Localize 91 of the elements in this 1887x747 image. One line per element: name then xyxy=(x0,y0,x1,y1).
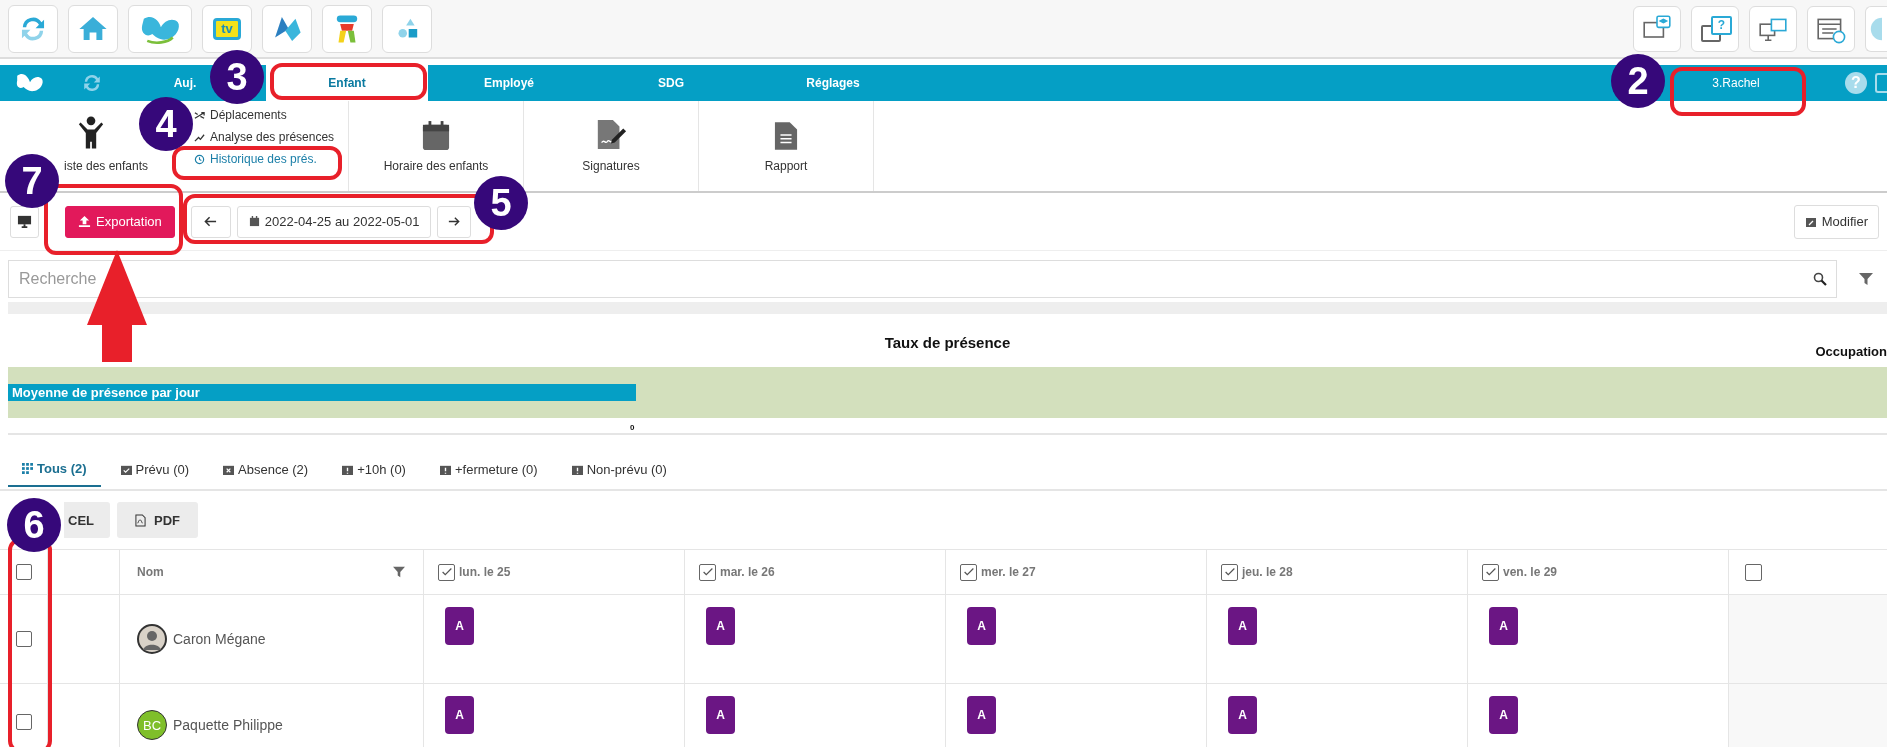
checkbox[interactable] xyxy=(438,563,455,581)
absence-badge: A xyxy=(445,607,474,645)
filter-tab[interactable]: Absence (2) xyxy=(209,451,323,487)
child-name: Caron Mégane xyxy=(173,630,266,649)
filter-tab[interactable]: Tous (2) xyxy=(8,451,101,487)
date-range-button[interactable]: 2022-04-25 au 2022-05-01 xyxy=(236,205,432,238)
absence-badge: A xyxy=(445,696,474,734)
chart-title: Taux de présence xyxy=(883,333,1012,351)
calendar-alert-icon xyxy=(342,463,354,475)
checkbox[interactable] xyxy=(15,631,32,647)
grid-icon xyxy=(22,462,33,474)
toolbar-button[interactable] xyxy=(1633,5,1681,52)
filter-tab[interactable]: Prévu (0) xyxy=(106,451,204,487)
toolbar-button[interactable] xyxy=(262,4,312,53)
absence-badge: A xyxy=(967,696,996,734)
absence-badge: A xyxy=(967,607,996,645)
avatar: BC xyxy=(137,710,167,740)
child-icon xyxy=(78,115,104,151)
absence-badge: A xyxy=(706,607,735,645)
edit-button[interactable]: Modifier xyxy=(1793,204,1879,239)
calendar-alert-icon xyxy=(439,463,451,475)
calendar-x-icon xyxy=(223,463,235,475)
average-bar: Moyenne de présence par jour xyxy=(8,384,636,401)
toolbar-button[interactable] xyxy=(8,4,58,53)
checkbox[interactable] xyxy=(1221,563,1238,581)
arrow-right-icon xyxy=(448,215,461,228)
filter-icon[interactable] xyxy=(1859,272,1873,286)
monitor-icon xyxy=(17,214,32,229)
column-header: mer. le 27 xyxy=(981,565,1036,579)
menu-link[interactable]: Signatures xyxy=(582,159,640,173)
menu-link[interactable]: Horaire des enfants xyxy=(383,159,489,173)
menu-link[interactable]: Historique des prés. xyxy=(194,152,335,166)
calendar-icon xyxy=(248,216,260,227)
previous-button[interactable] xyxy=(190,205,231,238)
menu-link[interactable]: Analyse des présences xyxy=(194,130,335,144)
arrow-left-icon xyxy=(204,215,218,228)
menu-link[interactable]: Rapport xyxy=(764,159,808,173)
column-header: lun. le 25 xyxy=(459,565,511,579)
export-format-button[interactable]: CEL xyxy=(64,502,110,538)
toolbar-button[interactable] xyxy=(68,4,118,53)
toolbar-button[interactable] xyxy=(382,4,432,53)
export-format-button[interactable]: PDF xyxy=(117,502,198,538)
shuffle-icon xyxy=(194,109,205,121)
absence-badge: A xyxy=(706,696,735,734)
menu-link[interactable]: Déplacements xyxy=(194,108,335,122)
next-button[interactable] xyxy=(437,205,472,238)
avatar xyxy=(137,624,167,654)
signature-icon xyxy=(595,119,627,151)
step-number: 7 xyxy=(5,154,59,208)
checkbox[interactable] xyxy=(1745,563,1762,581)
checkbox[interactable] xyxy=(1482,563,1499,581)
filter-icon[interactable] xyxy=(393,566,405,578)
absence-badge: A xyxy=(1489,607,1518,645)
column-header: Nom xyxy=(137,565,164,579)
upload-icon xyxy=(78,215,91,228)
tv-icon: tv xyxy=(213,17,241,40)
child-name: Paquette Philippe xyxy=(173,716,283,735)
step-number: 4 xyxy=(139,97,193,151)
absence-badge: A xyxy=(1228,696,1257,734)
calendar-alert-icon xyxy=(571,463,583,475)
calendar-check-icon xyxy=(120,463,132,475)
toolbar-button[interactable] xyxy=(322,4,372,53)
chart-line-icon xyxy=(194,131,205,143)
calendar-icon xyxy=(422,121,450,151)
search-icon[interactable] xyxy=(1813,272,1827,286)
toolbar-button[interactable] xyxy=(1807,5,1855,52)
monitor-button[interactable] xyxy=(10,205,39,238)
pdf-file-icon xyxy=(135,513,146,527)
column-header: mar. le 26 xyxy=(720,565,775,579)
step-number: 6 xyxy=(7,498,61,552)
absence-badge: A xyxy=(1228,607,1257,645)
checkbox[interactable] xyxy=(15,714,32,730)
calendar-edit-icon xyxy=(1804,215,1817,228)
chart-title: Occupation xyxy=(1815,344,1887,359)
checkbox[interactable] xyxy=(699,563,716,581)
search-field[interactable]: Recherche xyxy=(8,260,1837,298)
filter-tab[interactable]: Non-prévu (0) xyxy=(557,451,681,487)
export-button[interactable]: Exportation xyxy=(65,205,175,238)
menu-link[interactable]: iste des enfants xyxy=(64,159,149,173)
column-header: ven. le 29 xyxy=(1503,565,1558,579)
filter-tab[interactable]: +10h (0) xyxy=(328,451,420,487)
checkbox[interactable] xyxy=(15,564,32,580)
document-icon xyxy=(774,121,798,151)
history-icon xyxy=(194,153,205,165)
checkbox[interactable] xyxy=(960,563,977,581)
column-header: jeu. le 28 xyxy=(1242,565,1293,579)
toolbar-button[interactable] xyxy=(1749,5,1797,52)
axis-label: 0 xyxy=(630,423,635,432)
filter-tab[interactable]: +fermeture (0) xyxy=(425,451,552,487)
step-number: 5 xyxy=(474,176,528,230)
absence-badge: A xyxy=(1489,696,1518,734)
